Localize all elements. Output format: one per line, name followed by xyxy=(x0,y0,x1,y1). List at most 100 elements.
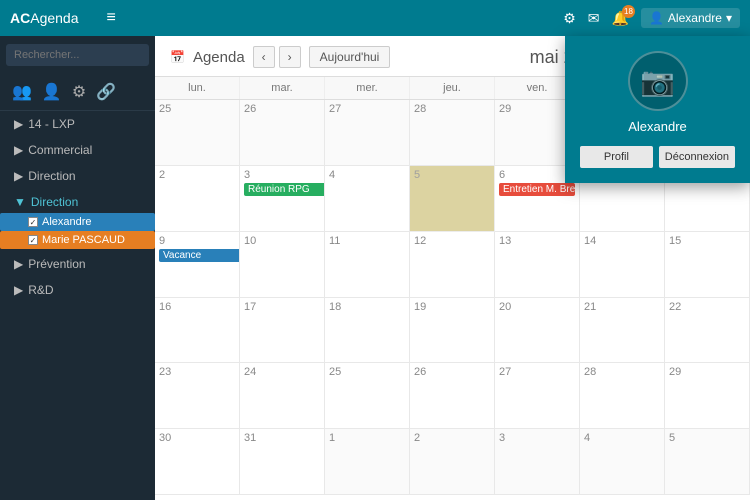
arrow-icon: ▶ xyxy=(14,169,23,183)
sidebar-item-commercial[interactable]: ▶ Commercial xyxy=(0,137,155,163)
arrow-icon: ▶ xyxy=(14,283,23,297)
table-row[interactable]: 5 xyxy=(665,429,750,495)
notification-badge: 18 xyxy=(622,5,635,18)
topbar: ACAgenda ≡ ⚙ ✉ 🔔 18 👤 Alexandre ▾ xyxy=(0,0,750,36)
popup-avatar: 📷 xyxy=(628,51,688,111)
list-item[interactable]: Réunion RPG xyxy=(244,183,325,196)
table-row[interactable]: 4 xyxy=(580,429,665,495)
table-row[interactable]: 19 xyxy=(410,298,495,364)
table-row[interactable]: 11 xyxy=(325,232,410,298)
user-menu[interactable]: 👤 Alexandre ▾ xyxy=(641,8,740,28)
sidebar-label: Direction xyxy=(28,169,75,183)
sidebar-child-marie[interactable]: Marie PASCAUD xyxy=(0,231,155,249)
table-row[interactable]: 15 xyxy=(665,232,750,298)
table-row[interactable]: 28 xyxy=(410,100,495,166)
table-row[interactable]: 13 xyxy=(495,232,580,298)
camera-icon: 📷 xyxy=(640,65,675,98)
table-row[interactable]: 16 xyxy=(155,298,240,364)
sidebar-item-direction-expanded: ▼ Direction Alexandre Marie PASCAUD xyxy=(0,189,155,251)
table-row[interactable]: 18 xyxy=(325,298,410,364)
group-icon[interactable]: 👥 xyxy=(12,82,32,102)
table-row[interactable]: 25 xyxy=(155,100,240,166)
user-popup: 📷 Alexandre Profil Déconnexion xyxy=(565,36,750,183)
sidebar-label: Direction xyxy=(31,195,78,209)
table-row[interactable]: 31 xyxy=(240,429,325,495)
table-row[interactable]: 3 xyxy=(495,429,580,495)
settings-icon[interactable]: ⚙ xyxy=(563,10,576,27)
calendar-icon: 📅 xyxy=(170,50,185,64)
table-row[interactable]: 27 xyxy=(495,363,580,429)
table-row[interactable]: 9 Vacance xyxy=(155,232,240,298)
sidebar-icon-row: 👥 👤 ⚙ 🔗 xyxy=(0,74,155,111)
table-row[interactable]: 2 xyxy=(155,166,240,232)
arrow-icon: ▼ xyxy=(14,195,26,209)
nav-next-button[interactable]: › xyxy=(279,46,301,68)
topbar-left: ACAgenda ≡ xyxy=(10,9,116,27)
user-avatar-icon: 👤 xyxy=(649,11,664,25)
table-row[interactable]: 2 xyxy=(410,429,495,495)
table-row[interactable]: 26 xyxy=(240,100,325,166)
gear-icon[interactable]: ⚙ xyxy=(72,82,86,102)
app-logo: ACAgenda xyxy=(10,10,79,26)
sidebar-item-prevention[interactable]: ▶ Prévention xyxy=(0,251,155,277)
profil-button[interactable]: Profil xyxy=(580,146,653,168)
table-row[interactable]: 23 xyxy=(155,363,240,429)
table-row[interactable]: 28 xyxy=(580,363,665,429)
child-label: Marie PASCAUD xyxy=(42,234,125,246)
table-row[interactable]: 29 xyxy=(665,363,750,429)
search-input[interactable] xyxy=(6,44,149,66)
table-row[interactable]: 24 xyxy=(240,363,325,429)
sidebar-label: R&D xyxy=(28,283,53,297)
table-row[interactable]: 21 xyxy=(580,298,665,364)
sidebar-item-lxp[interactable]: ▶ 14 - LXP xyxy=(0,111,155,137)
popup-username: Alexandre xyxy=(580,119,735,134)
nav-prev-button[interactable]: ‹ xyxy=(253,46,275,68)
menu-icon[interactable]: ≡ xyxy=(107,9,116,27)
sidebar-item-rd[interactable]: ▶ R&D xyxy=(0,277,155,303)
table-row[interactable]: 17 xyxy=(240,298,325,364)
table-row[interactable]: 27 xyxy=(325,100,410,166)
popup-buttons: Profil Déconnexion xyxy=(580,146,735,168)
list-item[interactable]: Vacance xyxy=(159,249,240,262)
table-row[interactable]: 20 xyxy=(495,298,580,364)
sidebar: 👥 👤 ⚙ 🔗 ▶ 14 - LXP ▶ Commercial ▶ Direct… xyxy=(0,36,155,500)
table-row[interactable]: 10 xyxy=(240,232,325,298)
col-mer: mer. xyxy=(325,77,410,99)
today-button[interactable]: Aujourd'hui xyxy=(309,46,391,68)
table-row[interactable]: 4 xyxy=(325,166,410,232)
table-row[interactable]: 14 xyxy=(580,232,665,298)
dropdown-arrow: ▾ xyxy=(726,11,732,25)
search-container xyxy=(0,36,155,74)
sidebar-label: Prévention xyxy=(28,257,85,271)
table-row[interactable]: 12 xyxy=(410,232,495,298)
arrow-icon: ▶ xyxy=(14,143,23,157)
link-icon[interactable]: 🔗 xyxy=(96,82,116,102)
table-row[interactable]: 26 xyxy=(410,363,495,429)
person-icon[interactable]: 👤 xyxy=(42,82,62,102)
agenda-title: Agenda xyxy=(193,49,245,66)
logout-button[interactable]: Déconnexion xyxy=(659,146,735,168)
username-label: Alexandre xyxy=(668,11,722,25)
table-row[interactable]: 5 xyxy=(410,166,495,232)
table-row[interactable]: 30 xyxy=(155,429,240,495)
col-lun: lun. xyxy=(155,77,240,99)
sidebar-child-alexandre[interactable]: Alexandre xyxy=(0,213,155,231)
nav-buttons: ‹ › xyxy=(253,46,301,68)
list-item[interactable]: Entretien M. Bret xyxy=(499,183,575,196)
bell-icon[interactable]: 🔔 18 xyxy=(612,10,629,27)
mail-icon[interactable]: ✉ xyxy=(588,10,600,27)
table-row[interactable]: 3 Réunion RPG xyxy=(240,166,325,232)
topbar-right: ⚙ ✉ 🔔 18 👤 Alexandre ▾ xyxy=(563,8,740,28)
table-row[interactable]: 25 xyxy=(325,363,410,429)
col-jeu: jeu. xyxy=(410,77,495,99)
check-alexandre xyxy=(28,217,38,227)
check-marie xyxy=(28,235,38,245)
sidebar-label: Commercial xyxy=(28,143,92,157)
child-label: Alexandre xyxy=(42,216,92,228)
col-mar: mar. xyxy=(240,77,325,99)
arrow-icon: ▶ xyxy=(14,117,23,131)
table-row[interactable]: 22 xyxy=(665,298,750,364)
sidebar-label: 14 - LXP xyxy=(28,117,75,131)
sidebar-item-direction-collapsed[interactable]: ▶ Direction xyxy=(0,163,155,189)
table-row[interactable]: 1 xyxy=(325,429,410,495)
